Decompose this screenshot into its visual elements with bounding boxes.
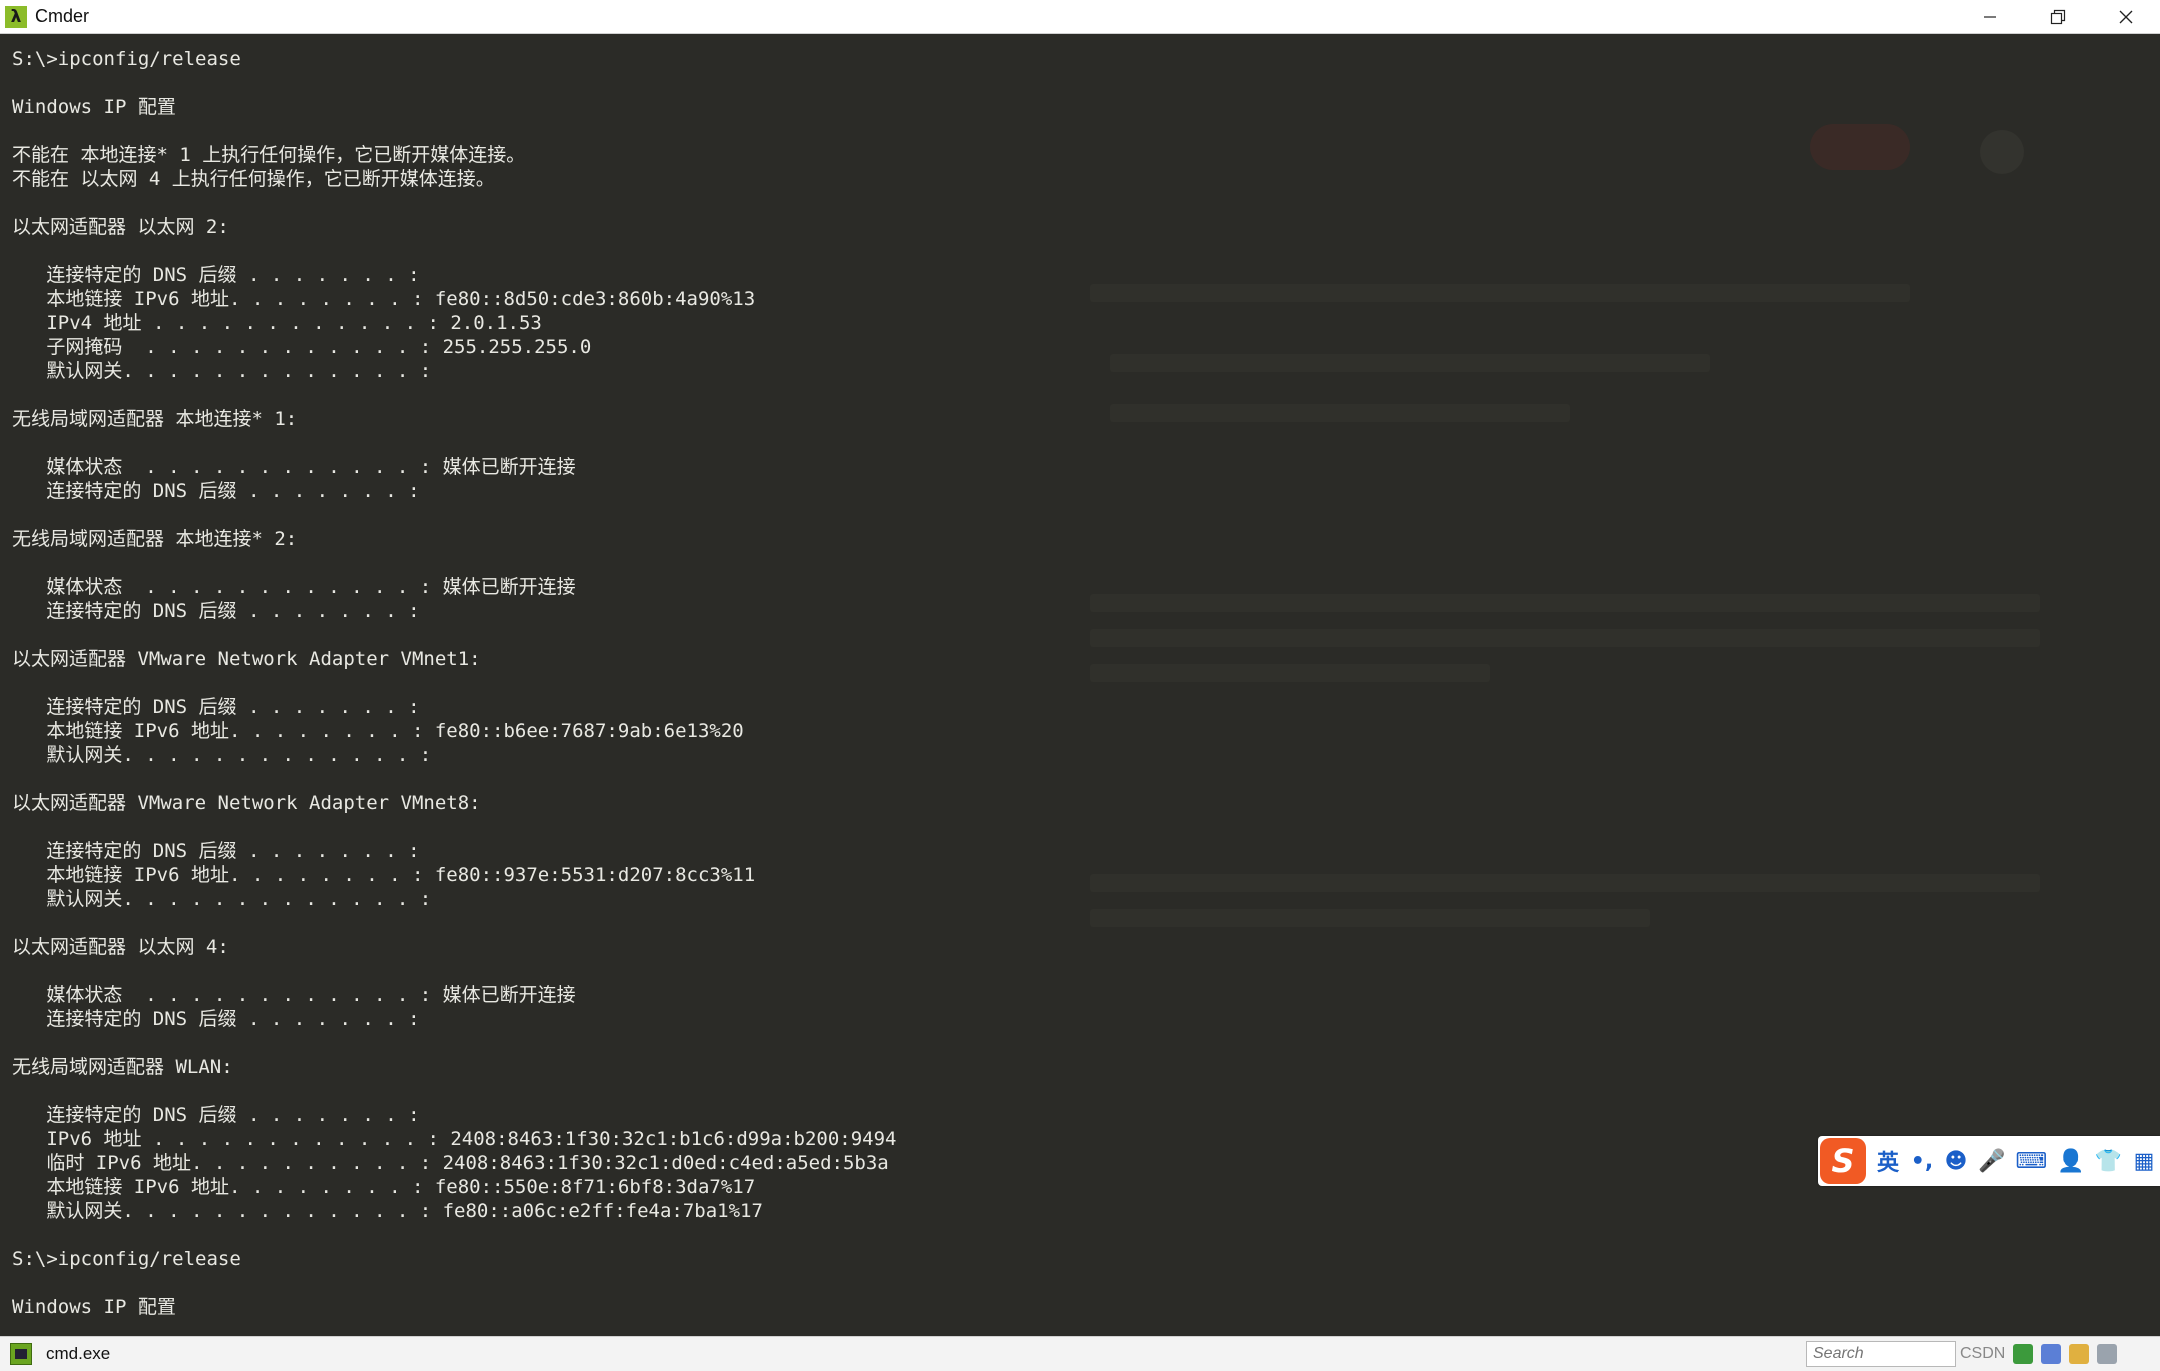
- ime-punctuation-icon[interactable]: •,: [1910, 1136, 1934, 1186]
- terminal-line: Windows IP 配置: [12, 96, 176, 118]
- tray-window-icon[interactable]: [2097, 1344, 2118, 1364]
- search-box[interactable]: [1806, 1341, 1956, 1367]
- tray-ime-icon[interactable]: [2041, 1344, 2062, 1364]
- terminal-line: 以太网适配器 VMware Network Adapter VMnet8:: [12, 792, 481, 814]
- terminal-line: 本地链接 IPv6 地址. . . . . . . . : fe80::937e…: [12, 864, 756, 886]
- ime-toolbar[interactable]: S 英 •, ☻ 🎤 ⌨ 👤 👕 ▦: [1818, 1136, 2160, 1186]
- terminal-line: 媒体状态 . . . . . . . . . . . . : 媒体已断开连接: [12, 576, 576, 598]
- terminal-line: 默认网关. . . . . . . . . . . . . :: [12, 744, 432, 766]
- cmder-window: λ Cmder S:\>ipconfig/release Windows IP …: [0, 0, 2160, 1371]
- ime-toolbox-icon[interactable]: ▦: [2132, 1136, 2156, 1186]
- terminal-line: 无线局域网适配器 WLAN:: [12, 1056, 233, 1078]
- sogou-logo-icon[interactable]: S: [1820, 1138, 1866, 1184]
- ime-voice-icon[interactable]: 🎤: [1978, 1136, 2005, 1186]
- terminal-line: S:\>ipconfig/release: [12, 1248, 241, 1270]
- terminal-line: 无线局域网适配器 本地连接* 1:: [12, 408, 298, 430]
- close-button[interactable]: [2092, 0, 2160, 33]
- terminal-line: 不能在 以太网 4 上执行任何操作，它已断开媒体连接。: [12, 168, 495, 190]
- terminal-line: 以太网适配器 以太网 2:: [12, 216, 229, 238]
- ime-emoji-icon[interactable]: ☻: [1944, 1136, 1968, 1186]
- tray-label: CSDN: [1960, 1345, 2006, 1362]
- terminal-line: 默认网关. . . . . . . . . . . . . :: [12, 360, 432, 382]
- terminal-line: 默认网关. . . . . . . . . . . . . :: [12, 888, 432, 910]
- title-bar[interactable]: λ Cmder: [0, 0, 2160, 34]
- tray-folder-icon[interactable]: [2069, 1344, 2090, 1364]
- restore-button[interactable]: [2024, 0, 2092, 33]
- tray-green-icon[interactable]: [2013, 1344, 2034, 1364]
- terminal-line: 子网掩码 . . . . . . . . . . . . : 255.255.2…: [12, 336, 592, 358]
- terminal-line: 本地链接 IPv6 地址. . . . . . . . : fe80::b6ee…: [12, 720, 744, 742]
- terminal-line: 连接特定的 DNS 后缀 . . . . . . . :: [12, 696, 420, 718]
- terminal-line: 本地链接 IPv6 地址. . . . . . . . : fe80::8d50…: [12, 288, 756, 310]
- terminal-line: S:\>ipconfig/release: [12, 48, 241, 70]
- close-icon: [2119, 10, 2133, 23]
- minimize-icon: [1984, 15, 1996, 18]
- restore-icon: [2050, 9, 2066, 24]
- search-input[interactable]: [1807, 1342, 1955, 1366]
- terminal-line: 连接特定的 DNS 后缀 . . . . . . . :: [12, 1008, 420, 1030]
- terminal-line: 连接特定的 DNS 后缀 . . . . . . . :: [12, 600, 420, 622]
- terminal-line: 默认网关. . . . . . . . . . . . . : fe80::a0…: [12, 1200, 763, 1222]
- terminal-line: 媒体状态 . . . . . . . . . . . . : 媒体已断开连接: [12, 456, 576, 478]
- terminal-line: 连接特定的 DNS 后缀 . . . . . . . :: [12, 840, 420, 862]
- cmder-lambda-icon: λ: [5, 5, 27, 28]
- status-bar: cmd.exe CSDN: [0, 1336, 2160, 1371]
- terminal-line: 以太网适配器 以太网 4:: [12, 936, 229, 958]
- terminal-line: 媒体状态 . . . . . . . . . . . . : 媒体已断开连接: [12, 984, 576, 1006]
- minimize-button[interactable]: [1956, 0, 2024, 33]
- window-controls: [1956, 0, 2160, 33]
- terminal-line: Windows IP 配置: [12, 1296, 176, 1318]
- window-title: Cmder: [35, 6, 90, 26]
- tab-cmd-exe[interactable]: cmd.exe: [46, 1344, 110, 1364]
- terminal-line: 不能在 本地连接* 1 上执行任何操作，它已断开媒体连接。: [12, 144, 526, 166]
- terminal-line: 连接特定的 DNS 后缀 . . . . . . . :: [12, 480, 420, 502]
- terminal-line: IPv4 地址 . . . . . . . . . . . . : 2.0.1.…: [12, 312, 542, 334]
- cmd-tab-icon[interactable]: [10, 1343, 32, 1365]
- terminal-line: 连接特定的 DNS 后缀 . . . . . . . :: [12, 1104, 420, 1126]
- ime-keyboard-icon[interactable]: ⌨: [2015, 1136, 2047, 1186]
- ime-skin-icon[interactable]: 👕: [2095, 1136, 2122, 1186]
- ime-account-icon[interactable]: 👤: [2057, 1136, 2084, 1186]
- ime-language-toggle[interactable]: 英: [1876, 1136, 1900, 1186]
- status-tray: CSDN: [1960, 1337, 2118, 1371]
- terminal-line: 连接特定的 DNS 后缀 . . . . . . . :: [12, 264, 420, 286]
- terminal-line: 无线局域网适配器 本地连接* 2:: [12, 528, 298, 550]
- terminal-line: 以太网适配器 VMware Network Adapter VMnet1:: [12, 648, 481, 670]
